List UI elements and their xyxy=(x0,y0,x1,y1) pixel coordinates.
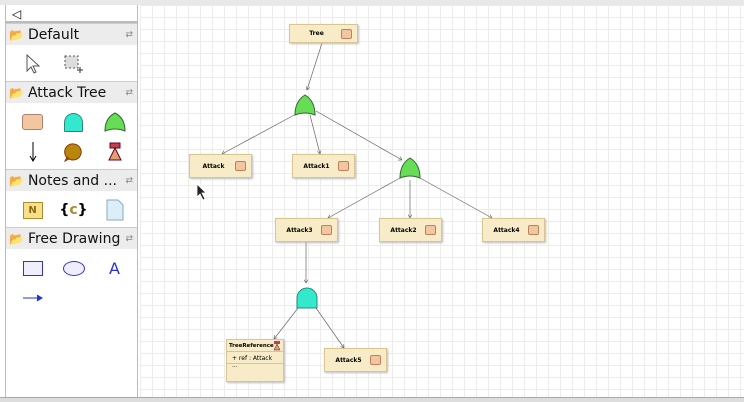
or-gate-icon[interactable] xyxy=(94,107,135,137)
folder-icon: 📂 xyxy=(9,231,24,246)
edge xyxy=(315,307,344,348)
rectangle-icon[interactable] xyxy=(12,253,53,283)
pin-icon[interactable]: ⇄ xyxy=(125,30,133,40)
edge xyxy=(328,177,401,218)
attack-node[interactable]: Attack3 xyxy=(275,218,338,242)
attack-node[interactable]: Attack5 xyxy=(324,348,387,372)
attack-node-icon xyxy=(528,225,539,235)
attack-node-icon xyxy=(235,161,246,171)
attack-node-icon xyxy=(425,225,436,235)
diagram-canvas[interactable]: Tree Attack Attack1 Attack3 Attack2 Atta… xyxy=(140,5,744,397)
attack-node-icon xyxy=(321,225,332,235)
node-label: Tree xyxy=(309,30,324,37)
arrow-icon[interactable] xyxy=(12,283,53,313)
mouse-cursor-icon xyxy=(196,183,207,201)
or-gate xyxy=(294,94,316,116)
palette: ◁ 📂 Default ⇄ 📂 Attack Tree ⇄ 📂 Notes and ...… xyxy=(5,5,138,397)
drawer-label: Attack Tree xyxy=(27,84,107,101)
sand-gate xyxy=(296,287,318,309)
note-icon[interactable]: N xyxy=(12,195,53,225)
pin-icon[interactable]: ⇄ xyxy=(125,176,133,186)
tree-reference-icon[interactable] xyxy=(94,137,135,167)
edge xyxy=(315,110,402,160)
edge xyxy=(309,114,320,154)
attack-node[interactable]: Attack xyxy=(189,154,252,178)
tree-reference-node[interactable]: TreeReference + ref : Attack ... xyxy=(226,339,284,382)
node-label: Attack5 xyxy=(335,356,362,364)
constraint-icon[interactable]: {c} xyxy=(53,195,94,225)
attack-node[interactable]: Attack4 xyxy=(482,218,545,242)
drawer-label: Default xyxy=(27,26,80,43)
pin-icon[interactable]: ⇄ xyxy=(125,88,133,98)
folder-icon: 📂 xyxy=(9,85,24,100)
bottom-scrollbar[interactable] xyxy=(0,397,744,402)
edge xyxy=(419,177,492,218)
node-label: Attack3 xyxy=(286,226,313,234)
marquee-select-icon[interactable] xyxy=(53,49,94,79)
text-icon[interactable]: A xyxy=(94,253,135,283)
edge xyxy=(222,112,299,154)
attack-node-icon[interactable] xyxy=(12,107,53,137)
node-label: Attack xyxy=(202,162,225,170)
edge-arrow-icon[interactable] xyxy=(12,137,53,167)
folder-icon: 📂 xyxy=(9,173,24,188)
or-gate xyxy=(399,157,421,179)
node-label: Attack2 xyxy=(390,226,417,234)
document-icon[interactable] xyxy=(94,195,135,225)
tree-reference-title: TreeReference xyxy=(229,343,274,349)
drawer-label: Free Drawing xyxy=(27,230,121,247)
collapse-palette-button[interactable]: ◁ xyxy=(6,5,137,23)
node-label: Attack4 xyxy=(493,226,520,234)
attack-node-icon xyxy=(338,161,349,171)
root-node-tree[interactable]: Tree xyxy=(289,24,358,43)
attack-node[interactable]: Attack1 xyxy=(292,154,355,178)
folder-icon: 📂 xyxy=(9,27,24,42)
drawer-label: Notes and ... xyxy=(27,172,117,189)
tree-reference-ref: + ref : Attack ... xyxy=(227,352,283,369)
drawer-free-drawing[interactable]: 📂 Free Drawing ⇄ xyxy=(6,227,137,249)
drawer-notes[interactable]: 📂 Notes and ... ⇄ xyxy=(6,169,137,191)
edge xyxy=(307,42,323,90)
select-arrow-icon[interactable] xyxy=(12,49,53,79)
ellipse-icon[interactable] xyxy=(53,253,94,283)
attack-node-icon xyxy=(341,28,352,39)
node-label: Attack1 xyxy=(303,162,330,170)
pin-icon[interactable]: ⇄ xyxy=(125,234,133,244)
attack-node[interactable]: Attack2 xyxy=(379,218,442,242)
tree-reference-icon xyxy=(273,341,281,351)
drawer-attack-tree[interactable]: 📂 Attack Tree ⇄ xyxy=(6,81,137,103)
countermeasure-icon[interactable] xyxy=(53,137,94,167)
edge xyxy=(274,307,299,339)
sand-gate-icon[interactable] xyxy=(53,107,94,137)
drawer-default[interactable]: 📂 Default ⇄ xyxy=(6,23,137,45)
attack-node-icon xyxy=(370,355,381,365)
